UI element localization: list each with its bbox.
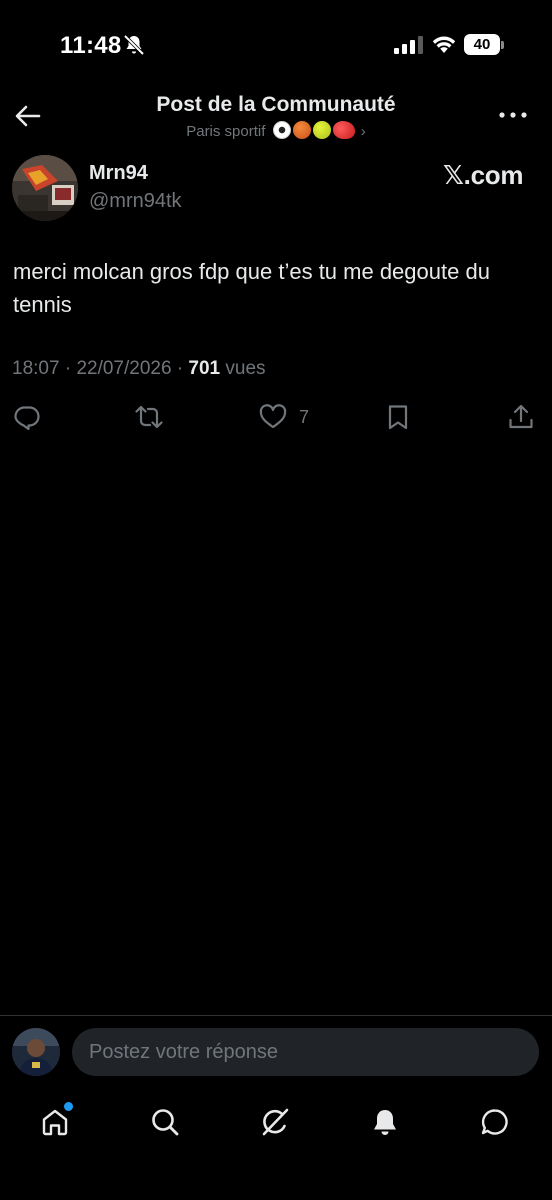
tab-search[interactable]: [145, 1102, 185, 1142]
reply-icon: [14, 406, 40, 431]
grok-icon: [262, 1108, 289, 1136]
wifi-icon: [432, 36, 456, 53]
post-text: merci molcan gros fdp que t’es tu me deg…: [13, 259, 490, 317]
chevron-right-icon: ›: [360, 123, 366, 140]
tab-grok[interactable]: [255, 1102, 295, 1142]
messages-icon: [481, 1109, 508, 1135]
reply-button[interactable]: [13, 402, 41, 432]
community-link[interactable]: Paris sportif ›: [0, 121, 552, 140]
notification-dot: [64, 1102, 73, 1111]
community-emojis: [272, 121, 361, 140]
tab-notifications[interactable]: [365, 1102, 405, 1142]
soccer-ball-icon: [272, 121, 291, 139]
like-button[interactable]: 7: [259, 402, 309, 432]
post-meta: 18:07 · 22/07/2026 · 701 vues: [12, 358, 266, 380]
views-count[interactable]: 701: [188, 358, 220, 379]
battery-level: 40: [464, 34, 500, 55]
like-count: 7: [299, 406, 310, 427]
x-com-watermark: 𝕏.com: [443, 160, 524, 190]
bookmark-icon: [388, 405, 408, 430]
bottom-tab-bar: [0, 1092, 552, 1152]
views-label: vues: [225, 358, 266, 379]
community-name: Paris sportif: [186, 123, 266, 140]
post-date: 22/07/2026: [76, 358, 172, 379]
author-name[interactable]: Mrn94: [89, 162, 148, 185]
page-title: Post de la Communauté: [156, 93, 396, 116]
battery-indicator: 40: [464, 34, 504, 56]
separator: ·: [176, 358, 189, 379]
status-time: 11:48: [60, 32, 122, 59]
bookmark-button[interactable]: [384, 402, 412, 432]
bell-slash-icon: [123, 34, 145, 56]
reply-input[interactable]: [72, 1028, 539, 1076]
cellular-signal-icon: [394, 36, 423, 54]
bell-icon: [374, 1110, 396, 1135]
my-avatar[interactable]: [12, 1028, 60, 1076]
status-bar: 11:48 40: [0, 0, 552, 90]
author-avatar[interactable]: [12, 155, 78, 221]
author-handle[interactable]: @mrn94tk: [89, 190, 182, 213]
separator: ·: [64, 358, 77, 379]
share-button[interactable]: [507, 402, 535, 432]
repost-button[interactable]: [135, 402, 163, 432]
tennis-ball-icon: [312, 121, 331, 139]
tab-home[interactable]: [35, 1102, 75, 1142]
heart-icon: [259, 404, 287, 429]
repost-icon: [135, 405, 163, 429]
tab-messages[interactable]: [475, 1102, 515, 1142]
share-icon: [509, 404, 533, 429]
reply-composer: [0, 1015, 552, 1091]
search-icon: [152, 1109, 179, 1136]
boxing-glove-icon: [332, 121, 355, 139]
post-time: 18:07: [12, 358, 60, 379]
more-options-icon[interactable]: [498, 110, 528, 120]
basketball-icon: [292, 121, 311, 139]
battery-tip: [501, 41, 504, 49]
